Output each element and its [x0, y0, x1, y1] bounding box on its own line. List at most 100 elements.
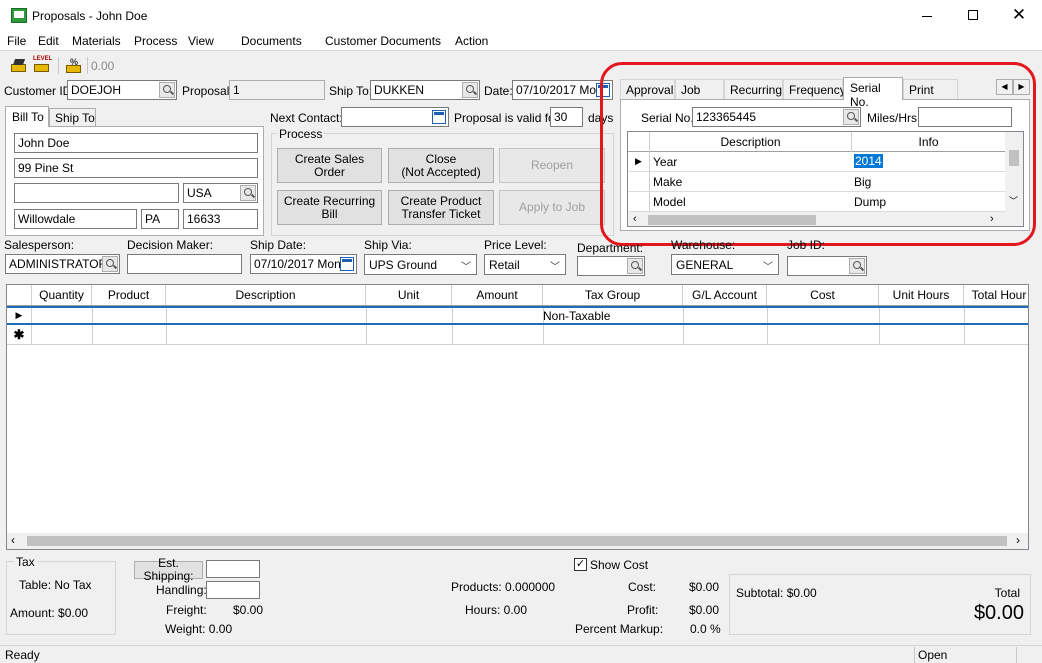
calendar-icon[interactable]: [432, 110, 446, 124]
total-value: $0.00: [973, 602, 1024, 624]
tab-serial-no[interactable]: Serial No.: [843, 77, 903, 109]
est-shipping-field[interactable]: [206, 560, 260, 578]
proposal-field: 1: [229, 80, 325, 100]
price-level-value: Retail: [489, 258, 520, 272]
bill-to-line2-field[interactable]: [14, 183, 179, 203]
create-recurring-bill-button[interactable]: Create Recurring Bill: [277, 190, 382, 225]
transfer-label-line2: Transfer Ticket: [401, 206, 481, 221]
calendar-icon[interactable]: [340, 257, 354, 271]
proposal-value: 1: [233, 83, 240, 97]
department-lookup-icon[interactable]: [627, 258, 643, 274]
grid-horizontal-scrollbar[interactable]: ‹ ›: [7, 533, 1028, 549]
bill-to-country-value: USA: [187, 186, 212, 200]
grid-corner: [7, 285, 32, 305]
reopen-button[interactable]: Reopen: [499, 148, 605, 183]
close-label-line1: Close: [425, 151, 457, 166]
maximize-icon[interactable]: [958, 8, 988, 24]
department-field[interactable]: [577, 256, 645, 276]
col-total-hours[interactable]: Total Hour: [964, 285, 1028, 305]
chevron-down-icon: ﹀: [461, 262, 471, 273]
col-unit-hours[interactable]: Unit Hours: [879, 285, 964, 305]
menu-edit[interactable]: Edit: [38, 34, 59, 48]
job-id-label: Job ID:: [787, 238, 826, 252]
scroll-left-icon[interactable]: ‹: [11, 533, 15, 547]
ship-to-field[interactable]: DUKKEN: [370, 80, 480, 100]
salesperson-field[interactable]: ADMINISTRATOR: [5, 254, 120, 274]
percent-pencil-icon[interactable]: %: [65, 57, 83, 74]
col-quantity[interactable]: Quantity: [32, 285, 92, 305]
menu-documents[interactable]: Documents: [241, 34, 302, 48]
highlight-annotation: [600, 62, 1036, 246]
handling-label: Handling:: [156, 583, 207, 597]
bill-to-zip-field[interactable]: 16633: [183, 209, 258, 229]
show-cost-checkbox[interactable]: ✓: [574, 558, 587, 571]
apply-to-job-label: Apply to Job: [518, 200, 586, 214]
ship-via-select[interactable]: UPS Ground ﹀: [364, 254, 477, 275]
table-row[interactable]: ▶ Non-Taxable: [7, 306, 1028, 325]
decision-maker-field[interactable]: [127, 254, 242, 274]
ship-via-label: Ship Via:: [364, 238, 412, 252]
bill-to-name-field[interactable]: John Doe: [14, 133, 258, 153]
valid-days-field[interactable]: 30: [550, 107, 583, 127]
ship-to-lookup-icon[interactable]: [462, 82, 478, 98]
country-lookup-icon[interactable]: [240, 185, 256, 201]
tab-ship-to[interactable]: Ship To: [49, 108, 96, 127]
menu-materials[interactable]: Materials: [72, 34, 121, 48]
col-gl-account[interactable]: G/L Account: [683, 285, 767, 305]
minimize-icon[interactable]: [912, 8, 942, 24]
bill-to-state-field[interactable]: PA: [141, 209, 179, 229]
bill-to-city-field[interactable]: Willowdale: [14, 209, 137, 229]
col-amount[interactable]: Amount: [452, 285, 543, 305]
create-sales-order-button[interactable]: Create Sales Order: [277, 148, 382, 183]
salesperson-value: ADMINISTRATOR: [9, 257, 108, 271]
cost-label: Cost:: [628, 580, 657, 594]
col-product[interactable]: Product: [92, 285, 166, 305]
close-not-accepted-button[interactable]: Close (Not Accepted): [388, 148, 494, 183]
level-icon[interactable]: LEVEL: [33, 56, 53, 74]
bill-to-name-value: John Doe: [18, 136, 70, 150]
status-left: Ready: [5, 648, 40, 662]
est-shipping-button[interactable]: Est. Shipping:: [134, 557, 203, 583]
menu-file[interactable]: File: [7, 34, 26, 48]
tab-serial-no-label: Serial No.: [850, 81, 881, 109]
warehouse-select[interactable]: GENERAL ﹀: [671, 254, 779, 275]
close-icon[interactable]: ✕: [1004, 4, 1034, 26]
price-level-select[interactable]: Retail ﹀: [484, 254, 566, 275]
scroll-thumb[interactable]: [27, 536, 1007, 546]
pencil-icon[interactable]: [10, 58, 28, 74]
table-row[interactable]: ✱: [7, 325, 1028, 345]
apply-to-job-button[interactable]: Apply to Job: [499, 190, 605, 225]
ship-to-label: Ship To:: [329, 84, 373, 98]
bill-to-street-field[interactable]: 99 Pine St: [14, 158, 258, 178]
next-contact-field[interactable]: [341, 107, 449, 127]
row-tax-group-cell[interactable]: Non-Taxable: [543, 309, 683, 323]
date-field[interactable]: 07/10/2017 Mon: [512, 80, 613, 100]
handling-field[interactable]: [206, 581, 260, 599]
col-tax-group[interactable]: Tax Group: [543, 285, 683, 305]
freight-label: Freight:: [166, 603, 207, 617]
menu-view[interactable]: View: [188, 34, 214, 48]
chevron-down-icon: ﹀: [763, 262, 773, 273]
level-icon-label: LEVEL: [33, 56, 53, 62]
job-id-lookup-icon[interactable]: [849, 258, 865, 274]
tab-bill-to[interactable]: Bill To: [5, 106, 49, 127]
menu-process[interactable]: Process: [134, 34, 177, 48]
bill-to-country-field[interactable]: USA: [183, 183, 258, 203]
create-transfer-ticket-button[interactable]: Create Product Transfer Ticket: [388, 190, 494, 225]
job-id-field[interactable]: [787, 256, 867, 276]
col-description[interactable]: Description: [166, 285, 366, 305]
menu-action[interactable]: Action: [455, 34, 488, 48]
col-unit[interactable]: Unit: [366, 285, 452, 305]
next-contact-label: Next Contact:: [270, 111, 343, 125]
bill-to-panel: John Doe 99 Pine St USA Willowdale PA 16…: [5, 126, 264, 236]
grid-header: Quantity Product Description Unit Amount…: [7, 285, 1028, 306]
customer-id-field[interactable]: DOEJOH: [67, 80, 177, 100]
menu-customer-documents[interactable]: Customer Documents: [325, 34, 441, 48]
col-cost[interactable]: Cost: [767, 285, 879, 305]
ship-date-field[interactable]: 07/10/2017 Mon: [250, 254, 357, 274]
scroll-right-icon[interactable]: ›: [1016, 533, 1020, 547]
customer-lookup-icon[interactable]: [159, 82, 175, 98]
salesperson-lookup-icon[interactable]: [102, 256, 118, 272]
bill-to-city-value: Willowdale: [18, 212, 76, 226]
freight-value: $0.00: [233, 603, 264, 617]
